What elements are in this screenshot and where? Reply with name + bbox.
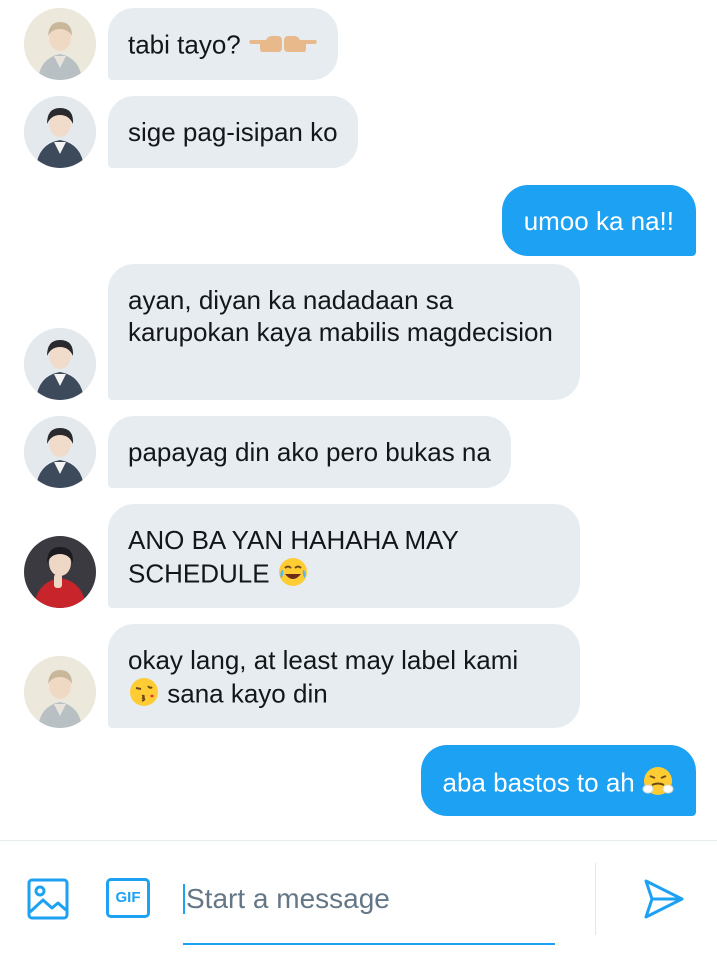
message-text: umoo ka na!! [523,206,674,236]
avatar[interactable] [24,536,96,608]
message-bubble-outgoing[interactable]: aba bastos to ah [420,745,696,816]
message-text: sige pag-isipan ko [128,117,338,147]
avatar[interactable] [24,8,96,80]
avatar[interactable] [24,656,96,728]
message-bubble-incoming[interactable]: ayan, diyan ka nadadaan sa karupokan kay… [108,264,580,400]
message-text: okay lang, at least may label kami [128,645,519,675]
avatar[interactable] [24,328,96,400]
avatar-light-image [24,8,96,80]
message-text: papayag din ako pero bukas na [128,437,491,467]
image-icon[interactable] [27,878,69,925]
kissing-face-icon [128,676,160,715]
message-text: ayan, diyan ka nadadaan sa karupokan kay… [128,285,553,347]
tears-of-joy-icon [277,556,309,595]
steam-face-icon [642,765,674,804]
gif-icon[interactable]: GIF [106,878,150,918]
message-bubble-incoming[interactable]: papayag din ako pero bukas na [108,416,511,488]
message-composer: GIF Start a message [0,840,717,957]
message-bubble-outgoing[interactable]: umoo ka na!! [501,185,696,256]
message-input[interactable]: Start a message [183,881,555,945]
avatar-dark-suit-image [24,328,96,400]
message-input-placeholder: Start a message [186,883,390,914]
send-icon[interactable] [642,877,686,926]
avatar-red-image [24,536,96,608]
avatar-light-image [24,656,96,728]
avatar-dark-suit-image [24,416,96,488]
text-caret [183,884,185,914]
message-bubble-incoming[interactable]: tabi tayo? [108,8,338,80]
gif-label: GIF [115,889,141,906]
avatar-dark-suit-image [24,96,96,168]
message-text: tabi tayo? [128,29,241,60]
message-text: aba bastos to ah [442,767,635,798]
message-text-continuation: sana kayo din [167,678,328,709]
message-bubble-incoming[interactable]: ANO BA YAN HAHAHA MAY SCHEDULE [108,504,580,608]
avatar[interactable] [24,416,96,488]
pointing-hands-icon [248,28,318,65]
avatar[interactable] [24,96,96,168]
message-bubble-incoming[interactable]: sige pag-isipan ko [108,96,358,168]
divider [595,863,596,935]
message-bubble-incoming[interactable]: okay lang, at least may label kami sana … [108,624,580,728]
